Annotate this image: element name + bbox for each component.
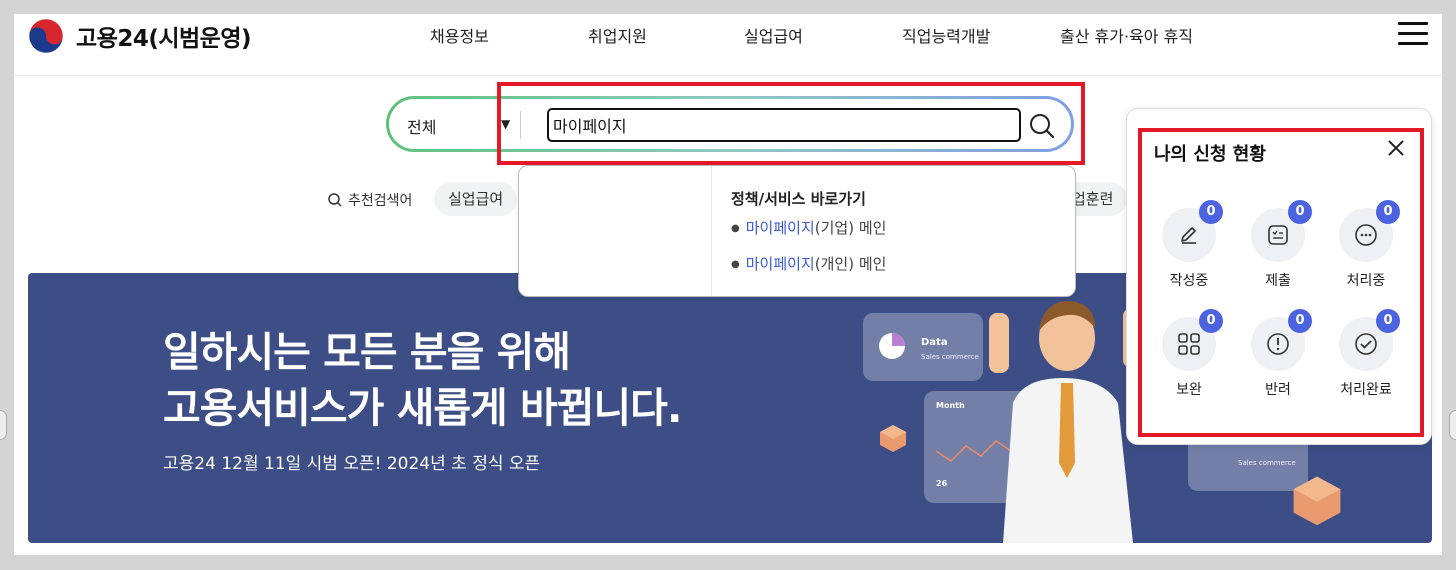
nav-item-employment-support[interactable]: 취업지원 (588, 23, 647, 47)
keyword-chip[interactable]: 실업급여 (434, 182, 518, 216)
banner-headline-1: 일하시는 모든 분을 위해 (163, 328, 571, 376)
nav-item-parental-leave[interactable]: 출산 휴가·육아 휴직 (1060, 23, 1193, 47)
hamburger-menu-icon[interactable] (1398, 22, 1428, 46)
site-header: 고용24(시범운영) 채용정보 취업지원 실업급여 직업능력개발 출산 휴가·육… (14, 14, 1442, 76)
nav-item-skills-development[interactable]: 직업능력개발 (902, 23, 990, 47)
banner-subtitle: 고용24 12월 11일 시범 오픈! 2024년 초 정식 오픈 (163, 454, 541, 474)
dropdown-divider (711, 166, 712, 296)
prev-arrow-icon[interactable] (0, 410, 7, 440)
nav-item-jobs[interactable]: 채용정보 (430, 23, 489, 47)
banner-headline-2: 고용서비스가 새롭게 바뀝니다. (163, 384, 682, 432)
card-data-title: Data (921, 337, 948, 348)
search-scope-select[interactable]: 전체 (407, 114, 436, 138)
cube-icon (880, 425, 906, 452)
highlight-box-search (497, 82, 1085, 165)
card-data-sub: Sales commerce (921, 353, 979, 361)
page: 고용24(시범운영) 채용정보 취업지원 실업급여 직업능력개발 출산 휴가·육… (14, 14, 1442, 555)
bullet-icon: ● (731, 259, 740, 270)
cube-icon (1293, 476, 1341, 526)
nav-item-unemployment-benefits[interactable]: 실업급여 (744, 23, 803, 47)
bullet-icon: ● (731, 223, 740, 234)
highlight-box-panel (1138, 128, 1424, 437)
next-arrow-icon[interactable] (1449, 410, 1456, 440)
suggestion-link-company-mypage[interactable]: ● 마이페이지(기업) 메인 (731, 217, 886, 238)
card-month-title: Month (936, 401, 965, 410)
recommended-keywords-text: 추천검색어 (348, 193, 413, 209)
suggestion-rest: (기업) 메인 (814, 219, 887, 237)
search-small-icon (328, 193, 342, 207)
card-small-sub: Sales commerce (1238, 459, 1296, 467)
search-suggestions-dropdown: 정책/서비스 바로가기 ● 마이페이지(기업) 메인 ● 마이페이지(개인) 메인 (518, 165, 1076, 297)
banner-data-card: Data Sales commerce (863, 313, 983, 381)
pie-chart-icon (879, 333, 905, 359)
dropdown-section-title: 정책/서비스 바로가기 (731, 190, 866, 208)
suggestion-link-personal-mypage[interactable]: ● 마이페이지(개인) 메인 (731, 253, 886, 274)
main-nav: 채용정보 취업지원 실업급여 직업능력개발 출산 휴가·육아 휴직 (14, 23, 1442, 53)
suggestion-highlight: 마이페이지 (745, 255, 815, 273)
suggestion-rest: (개인) 메인 (814, 255, 887, 273)
card-month-value: 26 (936, 479, 948, 488)
recommended-keywords-label: 추천검색어 (327, 190, 412, 210)
suggestion-highlight: 마이페이지 (745, 219, 815, 237)
